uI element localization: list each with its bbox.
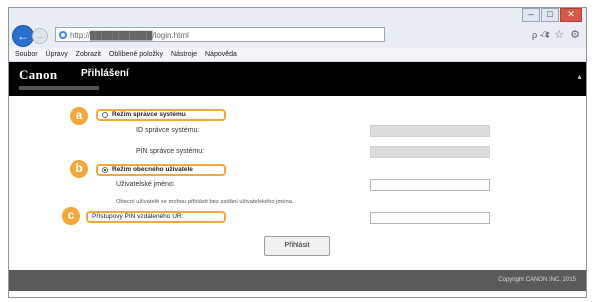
menu-bar: Soubor Úpravy Zobrazit Oblíbené položky … bbox=[9, 48, 586, 62]
admin-pin-input[interactable] bbox=[370, 146, 490, 158]
menu-item-tools[interactable]: Nástroje bbox=[171, 51, 197, 58]
remote-ui-pin-input[interactable] bbox=[370, 212, 490, 224]
menu-item-help[interactable]: Nápověda bbox=[205, 51, 237, 58]
username-label: Uživatelské jméno: bbox=[116, 181, 175, 188]
gear-icon[interactable]: ⚙ bbox=[570, 28, 580, 41]
scroll-up-icon[interactable]: ▲ bbox=[576, 74, 583, 81]
callout-b: b bbox=[70, 160, 88, 178]
menu-item-favorites[interactable]: Oblíbené položky bbox=[109, 51, 163, 58]
remote-ui-pin-label: Přístupový PIN vzdáleného UR: bbox=[86, 211, 226, 223]
admin-pin-label: PIN správce systému: bbox=[136, 148, 205, 155]
address-bar[interactable]: http://███████████/login.html bbox=[55, 27, 385, 42]
star-icon[interactable]: ☆ bbox=[554, 28, 564, 41]
callout-a: a bbox=[70, 107, 88, 125]
callout-c: c bbox=[62, 207, 80, 225]
device-name bbox=[19, 86, 99, 90]
general-user-radio[interactable]: Režim obecného uživatele bbox=[96, 164, 226, 176]
menu-item-view[interactable]: Zobrazit bbox=[76, 51, 101, 58]
page-footer: Copyright CANON INC. 2015 bbox=[9, 270, 586, 291]
general-user-radio-button[interactable] bbox=[102, 167, 108, 173]
address-row: ← → http://███████████/login.html ρ ‑ ¢ … bbox=[9, 22, 586, 48]
general-user-label: Režim obecného uživatele bbox=[112, 166, 193, 173]
menu-item-edit[interactable]: Úpravy bbox=[46, 51, 68, 58]
ie-icon bbox=[59, 31, 67, 39]
maximize-button[interactable]: □ bbox=[541, 8, 559, 22]
admin-mode-radio-button[interactable] bbox=[102, 112, 108, 118]
toolbar-icons: ⌂ ☆ ⚙ bbox=[542, 28, 580, 41]
username-input[interactable] bbox=[370, 179, 490, 191]
admin-id-label: ID správce systému: bbox=[136, 127, 200, 134]
back-button[interactable]: ← bbox=[12, 25, 34, 47]
canon-logo: Canon bbox=[19, 67, 58, 82]
forward-button[interactable]: → bbox=[32, 28, 48, 44]
home-icon[interactable]: ⌂ bbox=[542, 28, 549, 41]
close-button[interactable]: ✕ bbox=[560, 8, 582, 22]
url-text: http://███████████/login.html bbox=[70, 31, 189, 40]
general-user-note: Obecní uživatelé se mohou přihlásit bez … bbox=[116, 199, 294, 205]
admin-mode-radio[interactable]: Režim správce systému bbox=[96, 109, 226, 121]
login-button[interactable]: Přihlásit bbox=[264, 236, 330, 256]
menu-item-file[interactable]: Soubor bbox=[15, 51, 38, 58]
copyright-text: Copyright CANON INC. 2015 bbox=[498, 277, 576, 283]
page-header: Canon Přihlášení ▲ bbox=[9, 62, 586, 96]
minimize-button[interactable]: – bbox=[522, 8, 540, 22]
page-content: Canon Přihlášení ▲ bbox=[9, 62, 586, 297]
admin-id-input[interactable] bbox=[370, 125, 490, 137]
page-title: Přihlášení bbox=[81, 68, 129, 79]
window-controls: – □ ✕ bbox=[521, 8, 582, 22]
admin-mode-label: Režim správce systému bbox=[112, 111, 186, 118]
